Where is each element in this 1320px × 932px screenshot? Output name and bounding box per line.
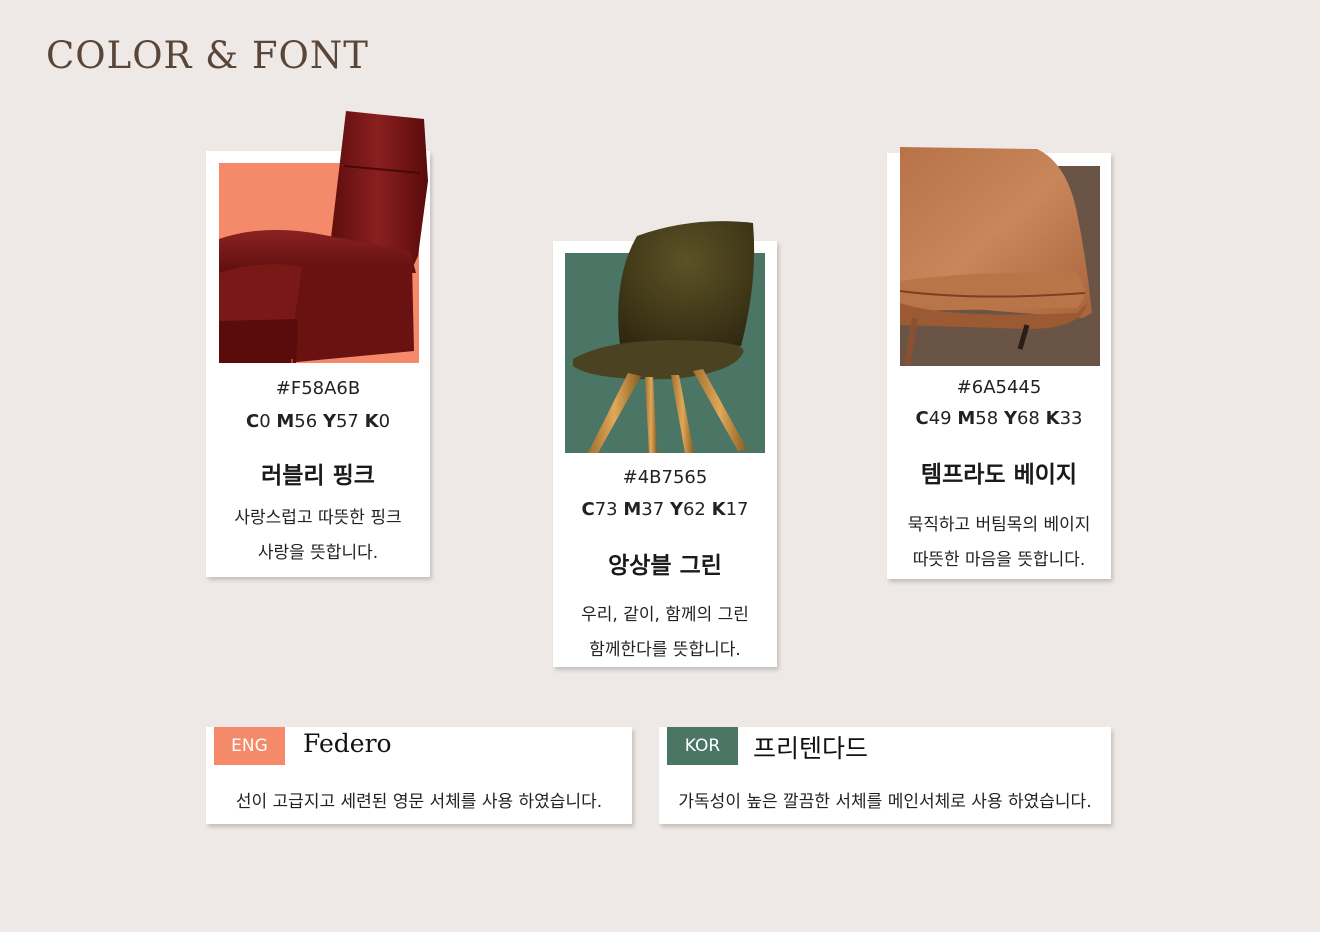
cmyk-m-label: M	[957, 408, 976, 429]
cmyk-values: C49 M58 Y68 K33	[887, 408, 1111, 429]
cmyk-m-label: M	[276, 411, 295, 432]
cmyk-c-value: 0	[259, 411, 271, 432]
cmyk-m-value: 56	[294, 411, 318, 432]
cmyk-c-label: C	[245, 411, 260, 432]
dining-chair-image	[573, 221, 755, 453]
description-line: 따뜻한 마음을 뜻합니다.	[912, 550, 1086, 570]
description-line: 사랑스럽고 따뜻한 핑크	[234, 508, 402, 528]
description-line: 함께한다를 뜻합니다.	[589, 640, 741, 660]
hex-code: #4B7565	[622, 467, 708, 488]
cmyk-c-value: 49	[928, 408, 952, 429]
lounge-chair-image	[899, 147, 1092, 366]
cmyk-c-value: 73	[594, 499, 618, 520]
font-name: 프리텐다드	[753, 734, 869, 763]
color-description: 묵직하고 버팀목의 베이지 따뜻한 마음을 뜻합니다.	[887, 508, 1111, 578]
page-title: COLOR & FONT	[46, 34, 369, 77]
cmyk-y-value: 68	[1016, 408, 1040, 429]
font-card-english: ENG Federo 선이 고급지고 세련된 영문 서체를 사용 하였습니다.	[206, 727, 632, 824]
cmyk-y-label: Y	[669, 499, 683, 520]
language-tag: KOR	[667, 727, 738, 765]
description-line: 묵직하고 버팀목의 베이지	[907, 515, 1091, 535]
cmyk-y-value: 62	[682, 499, 706, 520]
font-card-korean: KOR 프리텐다드 가독성이 높은 깔끔한 서체를 메인서체로 사용 하였습니다…	[659, 727, 1111, 824]
cmyk-k-label: K	[364, 411, 379, 432]
cmyk-y-value: 57	[335, 411, 359, 432]
armchair-image	[219, 111, 428, 363]
cmyk-k-label: K	[1045, 408, 1060, 429]
color-name: 앙상블 그린	[608, 553, 722, 579]
hex-code: #F58A6B	[275, 378, 361, 399]
cmyk-k-value: 0	[378, 411, 391, 432]
cmyk-c-label: C	[915, 408, 929, 429]
color-description: 사랑스럽고 따뜻한 핑크 사랑을 뜻합니다.	[206, 501, 430, 571]
hex-code: #6A5445	[956, 377, 1042, 398]
cmyk-c-label: C	[581, 499, 595, 520]
cmyk-values: C0 M56 Y57 K0	[206, 411, 430, 432]
color-description: 우리, 같이, 함께의 그린 함께한다를 뜻합니다.	[553, 598, 777, 668]
color-card-beige: #6A5445 C49 M58 Y68 K33 템프라도 베이지 묵직하고 버팀…	[887, 147, 1111, 579]
color-name: 템프라도 베이지	[920, 462, 1078, 488]
color-card-pink: #F58A6B C0 M56 Y57 K0 러블리 핑크 사랑스럽고 따뜻한 핑…	[206, 111, 430, 577]
cmyk-k-label: K	[711, 499, 726, 520]
description-line: 우리, 같이, 함께의 그린	[581, 605, 749, 625]
font-description: 선이 고급지고 세련된 영문 서체를 사용 하였습니다.	[235, 792, 603, 812]
cmyk-m-value: 58	[975, 408, 999, 429]
cmyk-m-label: M	[623, 499, 642, 520]
language-tag: ENG	[214, 727, 285, 765]
font-name: Federo	[303, 729, 392, 758]
cmyk-y-label: Y	[322, 411, 336, 432]
description-line: 사랑을 뜻합니다.	[257, 543, 379, 563]
color-name: 러블리 핑크	[261, 463, 375, 489]
cmyk-k-value: 33	[1059, 408, 1083, 429]
cmyk-k-value: 17	[725, 499, 749, 520]
cmyk-y-label: Y	[1003, 408, 1017, 429]
color-card-green: #4B7565 C73 M37 Y62 K17 앙상블 그린 우리, 같이, 함…	[553, 221, 777, 668]
font-description: 가독성이 높은 깔끔한 서체를 메인서체로 사용 하였습니다.	[678, 792, 1092, 812]
cmyk-values: C73 M37 Y62 K17	[553, 499, 777, 520]
cmyk-m-value: 37	[641, 499, 665, 520]
